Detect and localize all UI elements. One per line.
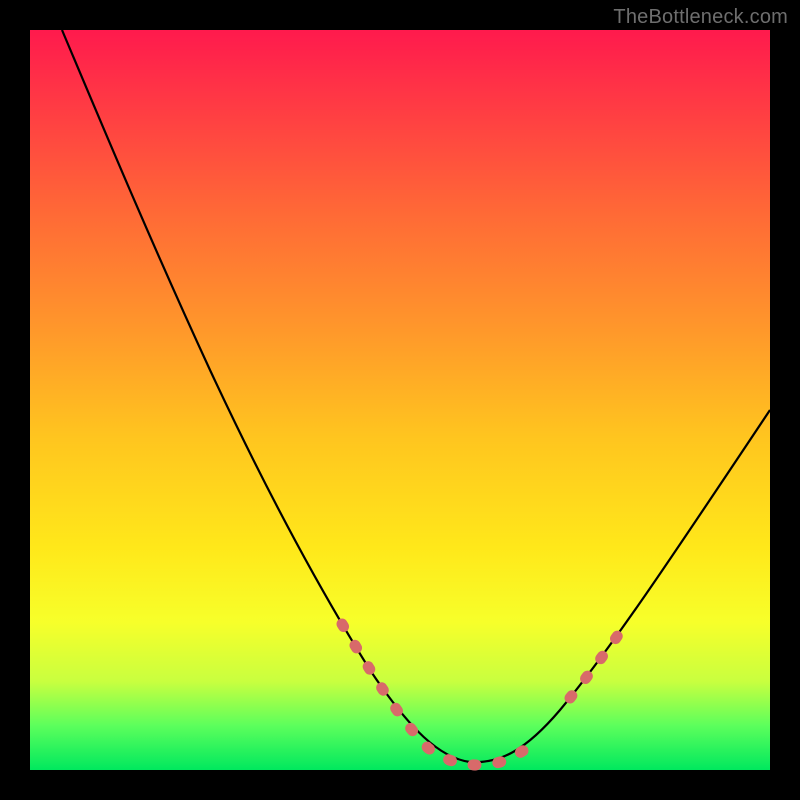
watermark-text: TheBottleneck.com — [613, 6, 788, 29]
bottleneck-curve — [62, 30, 770, 762]
curve-svg — [30, 30, 770, 770]
chart-frame: TheBottleneck.com — [0, 0, 800, 800]
plot-area — [30, 30, 770, 770]
